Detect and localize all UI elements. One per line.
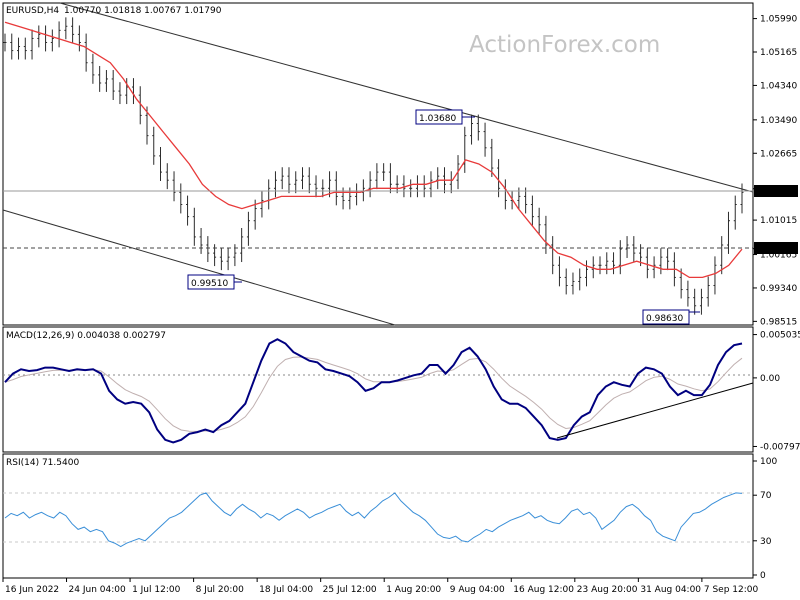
annotation-low-2-label: 0.98630 <box>646 314 683 324</box>
price-axis-label: 1.05165 <box>760 48 797 58</box>
price-tag-current-label: 1.01790 <box>758 187 795 197</box>
price-axis-label: 0.98515 <box>760 317 797 327</box>
rsi-axis-label: 70 <box>760 491 772 501</box>
watermark: ActionForex.com <box>469 32 660 58</box>
time-axis-label: 7 Sep 12:00 <box>704 585 759 595</box>
time-axis-label: 8 Jul 20:00 <box>196 585 245 595</box>
price-axis-label: 1.02665 <box>760 149 797 159</box>
price-tag-support: 1.00310 <box>754 242 798 254</box>
time-axis-label: 18 Jul 04:00 <box>259 585 313 595</box>
macd-pane-title: MACD(12,26,9) 0.004038 0.002797 <box>6 331 166 341</box>
time-axis-label: 31 Aug 04:00 <box>640 585 701 595</box>
rsi-axis-label: 30 <box>760 537 772 547</box>
eurusd-h4-chart: ActionForex.com 1.03680 0.99510 0.98630 … <box>2 2 800 595</box>
rsi-pane-title: RSI(14) 71.5400 <box>6 458 79 468</box>
time-axis-label: 1 Jul 12:00 <box>132 585 181 595</box>
rsi-axis-label: 100 <box>760 457 777 467</box>
time-axis-label: 24 Jun 04:00 <box>69 585 126 595</box>
time-axis-label: 23 Aug 20:00 <box>577 585 638 595</box>
macd-y-axis: 0.005035 0.00 -0.007973 <box>753 331 800 452</box>
macd-pane <box>2 326 754 453</box>
price-tag-support-label: 1.00310 <box>758 244 795 254</box>
price-axis-label: 1.01015 <box>760 216 797 226</box>
annotation-high-label: 1.03680 <box>419 114 456 124</box>
price-axis-label: 1.03490 <box>760 116 797 126</box>
time-x-axis: 16 Jun 2022 24 Jun 04:00 1 Jul 12:00 8 Jul … <box>2 578 759 595</box>
price-axis-label: 0.99340 <box>760 284 797 294</box>
macd-axis-label: 0.00 <box>760 374 780 384</box>
time-axis-label: 9 Aug 04:00 <box>450 585 505 595</box>
time-axis-label: 16 Jun 2022 <box>5 585 59 595</box>
price-axis-label: 1.05990 <box>760 15 797 25</box>
price-pane-ohlc: 1.00770 1.01818 1.00767 1.01790 <box>64 6 222 16</box>
time-axis-label: 16 Aug 12:00 <box>513 585 574 595</box>
price-axis-label: 1.04340 <box>760 81 797 91</box>
rsi-pane <box>2 453 754 579</box>
macd-axis-label: -0.007973 <box>760 442 800 452</box>
macd-axis-label: 0.005035 <box>760 331 800 341</box>
annotation-low-1: 0.99510 <box>187 274 242 290</box>
time-axis-label: 25 Jul 12:00 <box>323 585 377 595</box>
rsi-axis-label: 0 <box>760 571 766 581</box>
price-pane-symbol: EURUSD,H4 <box>6 6 59 16</box>
price-y-axis: 1.05990 1.05165 1.04340 1.03490 1.02665 1.017… <box>753 15 797 327</box>
rsi-y-axis: 100 70 30 0 <box>753 457 777 581</box>
price-tag-current: 1.01790 <box>754 185 798 197</box>
time-axis-label: 1 Aug 20:00 <box>386 585 441 595</box>
annotation-low-1-label: 0.99510 <box>191 279 228 289</box>
